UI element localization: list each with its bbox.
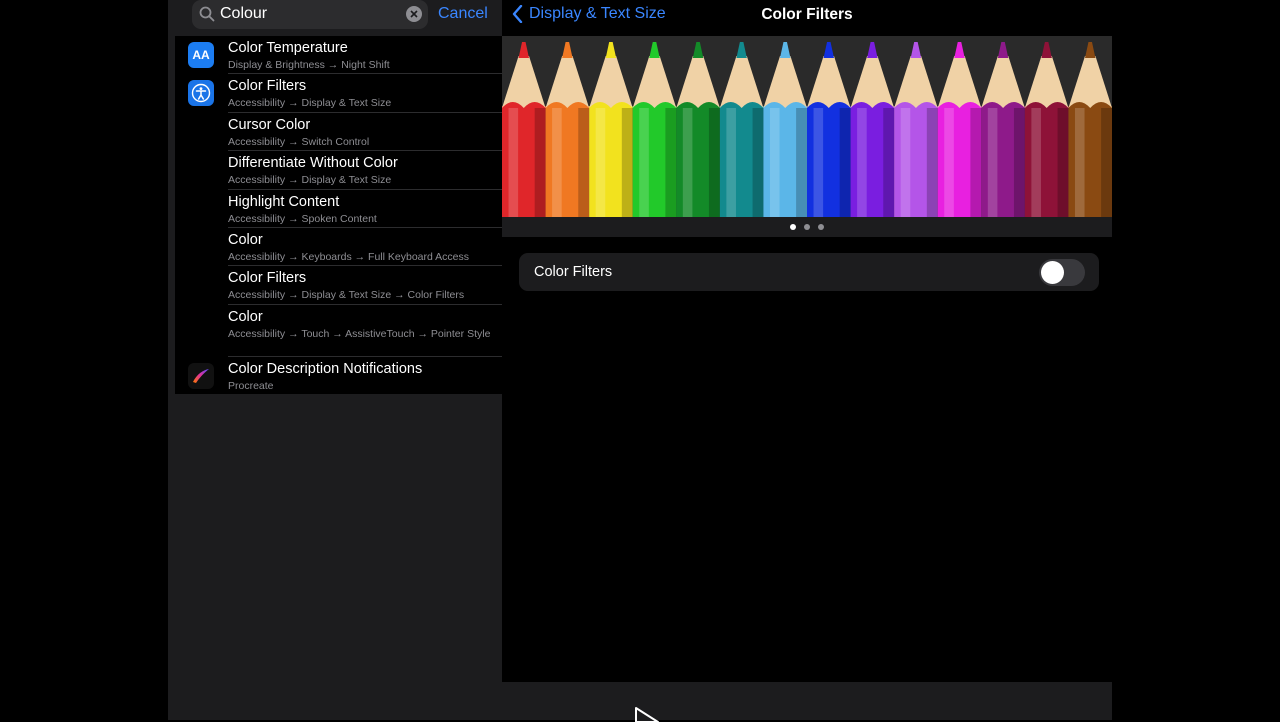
- result-title: Color Temperature: [228, 40, 348, 56]
- result-title: Color Filters: [228, 270, 307, 286]
- result-path: Procreate: [228, 380, 274, 392]
- search-result-item[interactable]: Color Description Notifications Procreate: [175, 357, 502, 394]
- pencil: [1024, 42, 1069, 217]
- page-indicator[interactable]: [502, 217, 1112, 237]
- result-title: Cursor Color: [228, 117, 311, 133]
- result-path: Accessibility → Spoken Content: [228, 213, 377, 225]
- result-title: Highlight Content: [228, 194, 340, 210]
- pencil: [937, 42, 982, 217]
- pencil: [502, 42, 546, 217]
- bottom-bar: [168, 682, 1112, 722]
- settings-sidebar: Cancel AA Color Temperature Display & Brig…: [168, 0, 502, 682]
- navigation-bar: Display & Text Size Color Filters: [502, 0, 1112, 36]
- pencil: [807, 42, 851, 217]
- result-title: Color Description Notifications: [228, 361, 423, 377]
- close-icon: [410, 10, 418, 18]
- color-pencils-image: [502, 36, 1112, 217]
- result-title: Color: [228, 309, 263, 325]
- result-path: Display & Brightness → Night Shift: [228, 59, 390, 71]
- result-path: Accessibility → Display & Text Size: [228, 97, 392, 109]
- pencil: [719, 42, 764, 217]
- page-title: Color Filters: [761, 6, 853, 23]
- detail-pane: Display & Text Size Color Filters Color …: [502, 0, 1112, 682]
- icon-text: AA: [192, 48, 210, 62]
- pencil: [981, 42, 1025, 217]
- pencils-illustration: [502, 42, 1112, 217]
- ipad-screen: Cancel AA Color Temperature Display & Brig…: [168, 0, 1112, 722]
- result-title: Color Filters: [228, 78, 307, 94]
- result-title: Differentiate Without Color: [228, 155, 398, 171]
- search-icon: [199, 6, 215, 22]
- result-path: Accessibility → Touch → AssistiveTouch →…: [228, 328, 491, 340]
- search-result-item[interactable]: Differentiate Without Color Accessibility…: [175, 151, 502, 190]
- pencil: [763, 42, 807, 217]
- result-title: Color: [228, 232, 263, 248]
- pencil: [632, 42, 677, 217]
- search-input[interactable]: [220, 3, 400, 25]
- search-row: Cancel: [168, 0, 502, 36]
- pencil: [850, 42, 895, 217]
- procreate-icon: [188, 363, 214, 389]
- color-filters-label: Color Filters: [534, 264, 613, 280]
- page-dot[interactable]: [804, 224, 810, 230]
- page-dot[interactable]: [790, 224, 796, 230]
- pencil: [676, 42, 720, 217]
- result-path: Accessibility → Switch Control: [228, 136, 370, 148]
- clear-search-button[interactable]: [406, 6, 422, 22]
- page-dot[interactable]: [818, 224, 824, 230]
- pencil: [1068, 42, 1112, 217]
- search-result-item[interactable]: Color Filters Accessibility → Display & T…: [175, 74, 502, 113]
- search-result-item[interactable]: AA Color Temperature Display & Brightness …: [175, 36, 502, 74]
- pencil: [894, 42, 938, 217]
- cancel-button[interactable]: Cancel: [438, 5, 488, 23]
- search-result-item[interactable]: Color Filters Accessibility → Display & T…: [175, 266, 502, 305]
- pencil: [589, 42, 633, 217]
- result-path: Accessibility → Display & Text Size: [228, 174, 392, 186]
- search-result-item[interactable]: Color Accessibility → Keyboards → Full Ke…: [175, 228, 502, 266]
- toggle-knob: [1041, 261, 1064, 284]
- search-field[interactable]: [192, 0, 428, 29]
- search-result-item[interactable]: Cursor Color Accessibility → Switch Contr…: [175, 113, 502, 151]
- color-filters-toggle[interactable]: [1039, 259, 1085, 286]
- result-path: Accessibility → Keyboards → Full Keyboar…: [228, 251, 470, 263]
- color-filters-row: Color Filters: [519, 253, 1099, 291]
- search-results-list: AA Color Temperature Display & Brightness …: [175, 36, 502, 394]
- result-path: Accessibility → Display & Text Size → Co…: [228, 289, 465, 301]
- search-result-item[interactable]: Highlight Content Accessibility → Spoken …: [175, 190, 502, 228]
- display-brightness-icon: AA: [188, 42, 214, 68]
- search-result-item[interactable]: Color Accessibility → Touch → AssistiveTo…: [175, 305, 502, 357]
- pencil: [545, 42, 590, 217]
- accessibility-icon: [188, 80, 214, 106]
